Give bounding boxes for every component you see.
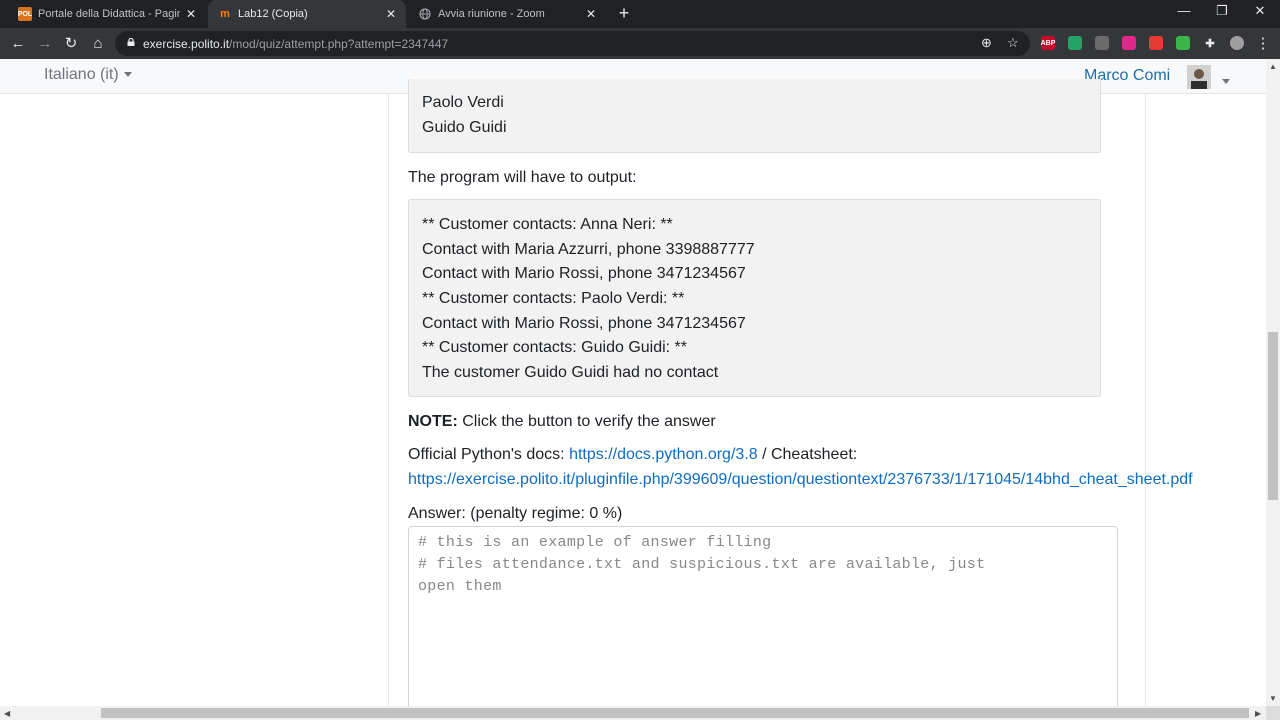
url-host: exercise.polito.it	[143, 37, 230, 51]
reload-icon[interactable]: ↻	[60, 33, 82, 55]
tab-lab12[interactable]: m Lab12 (Copia) ✕	[208, 0, 406, 28]
content-left-border	[388, 94, 389, 706]
code-line: open them	[418, 578, 502, 595]
tab-title: Lab12 (Copia)	[238, 8, 308, 20]
extension-calendar-icon[interactable]	[1149, 36, 1163, 50]
scroll-left-arrow-icon[interactable]: ◀	[4, 709, 10, 718]
moodle-page: Italiano (it) Marco Comi Paolo Verdi Gui…	[0, 59, 1280, 706]
output-line: Contact with Mario Rossi, phone 34712345…	[422, 315, 746, 332]
input-example-box: Paolo Verdi Guido Guidi	[408, 79, 1101, 153]
docs-separator: / Cheatsheet:	[757, 446, 858, 463]
moodle-favicon-icon: m	[220, 8, 230, 20]
cheatsheet-link[interactable]: https://exercise.polito.it/pluginfile.ph…	[408, 471, 1193, 488]
output-intro: The program will have to output:	[408, 169, 637, 186]
close-tab-icon[interactable]: ✕	[386, 7, 396, 21]
tab-title: Avvia riunione - Zoom	[438, 8, 545, 20]
browser-tab-bar: POL Portale della Didattica - Pagina c ✕…	[0, 0, 1280, 28]
docs-paragraph: Official Python's docs: https://docs.pyt…	[408, 446, 857, 464]
back-arrow-icon[interactable]: ←	[7, 33, 29, 55]
content-right-border	[1145, 94, 1146, 706]
url-path: /mod/quiz/attempt.php?attempt=2347447	[229, 37, 449, 51]
code-line: # this is an example of answer filling	[418, 534, 772, 551]
url-text: exercise.polito.it/mod/quiz/attempt.php?…	[143, 37, 448, 51]
input-line: Guido Guidi	[422, 119, 507, 136]
globe-icon	[418, 7, 432, 21]
note-label: NOTE:	[408, 413, 458, 430]
caret-down-icon	[123, 72, 132, 78]
scroll-right-arrow-icon[interactable]: ▶	[1255, 709, 1261, 718]
input-line: Paolo Verdi	[422, 94, 504, 111]
vertical-scrollbar-thumb[interactable]	[1268, 332, 1278, 500]
minimize-window-icon[interactable]: —	[1166, 3, 1202, 18]
address-bar[interactable]: exercise.polito.it/mod/quiz/attempt.php?…	[115, 31, 1030, 56]
note-text: Click the button to verify the answer	[457, 413, 716, 430]
adblock-plus-icon[interactable]: ABP	[1041, 36, 1055, 50]
horizontal-scrollbar-thumb[interactable]	[101, 708, 1249, 718]
language-label: Italiano (it)	[44, 66, 119, 83]
close-window-icon[interactable]: ✕	[1242, 3, 1278, 19]
output-line: Contact with Maria Azzurri, phone 339888…	[422, 241, 755, 258]
language-menu[interactable]: Italiano (it)	[44, 66, 132, 84]
note-paragraph: NOTE: Click the button to verify the ans…	[408, 413, 716, 431]
scrollbar-corner	[1266, 706, 1280, 720]
code-line: # files attendance.txt and suspicious.tx…	[418, 556, 986, 573]
avatar[interactable]	[1187, 65, 1211, 89]
tab-title: Portale della Didattica - Pagina c	[38, 8, 180, 20]
answer-label: Answer: (penalty regime: 0 %)	[408, 505, 623, 522]
browser-toolbar: ← → ↻ ⌂ exercise.polito.it/mod/quiz/atte…	[0, 28, 1280, 59]
extensions-puzzle-icon[interactable]: ✚	[1203, 36, 1217, 50]
python-docs-link[interactable]: https://docs.python.org/3.8	[569, 446, 758, 463]
chrome-menu-icon[interactable]: ⋮	[1252, 33, 1274, 55]
output-line: ** Customer contacts: Paolo Verdi: **	[422, 290, 685, 307]
profile-icon[interactable]	[1230, 36, 1244, 50]
output-line: The customer Guido Guidi had no contact	[422, 364, 719, 381]
sheets-extension-icon[interactable]	[1068, 36, 1082, 50]
output-line: ** Customer contacts: Guido Guidi: **	[422, 339, 688, 356]
answer-code-editor[interactable]: # this is an example of answer filling #…	[408, 526, 1118, 706]
lock-icon	[127, 38, 135, 46]
forward-arrow-icon[interactable]: →	[34, 33, 56, 55]
tab-avvia-riunione-zoom[interactable]: Avvia riunione - Zoom ✕	[408, 0, 606, 28]
close-tab-icon[interactable]: ✕	[586, 7, 596, 21]
extension-grey-icon[interactable]	[1095, 36, 1109, 50]
extension-pink-icon[interactable]	[1122, 36, 1136, 50]
bookmark-star-icon[interactable]: ☆	[1007, 35, 1019, 51]
cheatsheet-paragraph: https://exercise.polito.it/pluginfile.ph…	[408, 471, 1193, 489]
restore-window-icon[interactable]: ❐	[1204, 3, 1240, 19]
extension-green-icon[interactable]	[1176, 36, 1190, 50]
home-icon[interactable]: ⌂	[87, 33, 109, 55]
close-tab-icon[interactable]: ✕	[186, 7, 196, 21]
scroll-up-arrow-icon[interactable]: ▲	[1269, 62, 1277, 71]
output-line: Contact with Mario Rossi, phone 34712345…	[422, 265, 746, 282]
polito-favicon-icon: POL	[18, 7, 32, 21]
user-menu-caret-icon[interactable]	[1222, 79, 1230, 84]
tab-portale-didattica[interactable]: POL Portale della Didattica - Pagina c ✕	[8, 0, 206, 28]
output-line: ** Customer contacts: Anna Neri: **	[422, 216, 673, 233]
output-example-box: ** Customer contacts: Anna Neri: ** Cont…	[408, 199, 1101, 397]
docs-prefix: Official Python's docs:	[408, 446, 570, 463]
zoom-magnifier-icon[interactable]: ⊕	[981, 35, 992, 51]
scroll-down-arrow-icon[interactable]: ▼	[1269, 694, 1277, 703]
new-tab-icon[interactable]: +	[614, 3, 634, 24]
